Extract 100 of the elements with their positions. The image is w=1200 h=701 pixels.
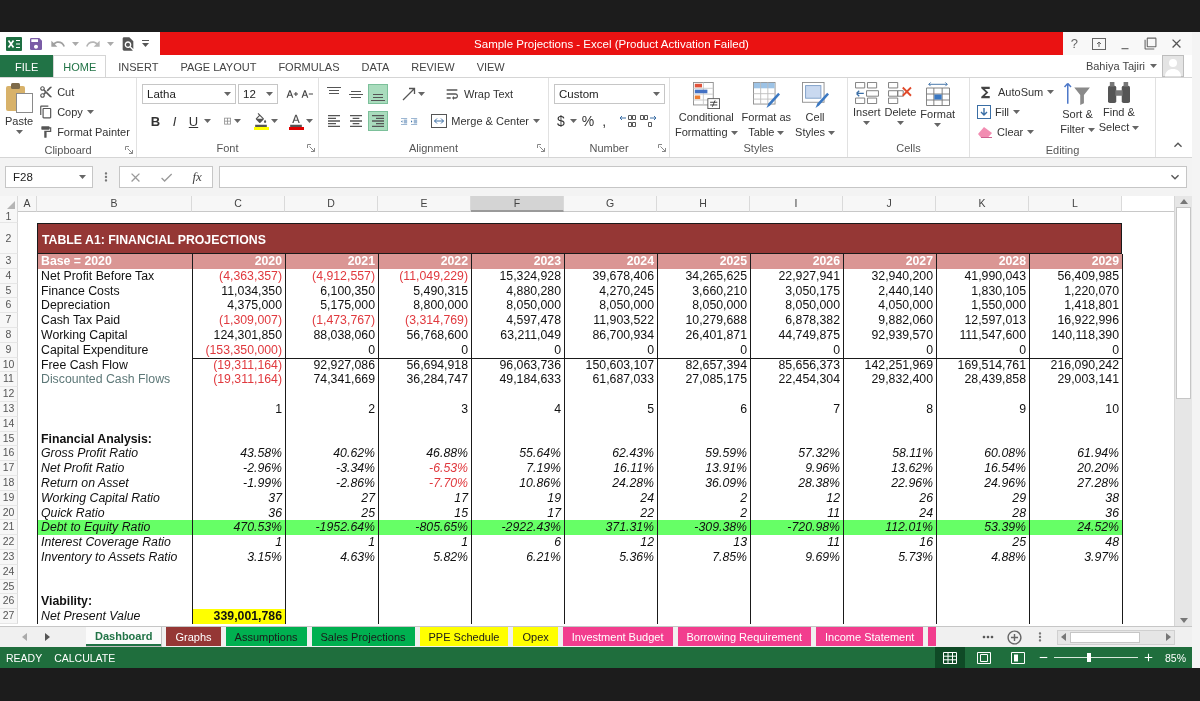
- file-tab[interactable]: FILE: [0, 55, 54, 77]
- sheet-tab[interactable]: Opex: [513, 627, 558, 646]
- row-number[interactable]: 12: [0, 387, 18, 402]
- column-header[interactable]: I: [750, 196, 843, 212]
- customize-caret-icon[interactable]: [142, 40, 149, 47]
- dialog-launcher-icon[interactable]: [658, 143, 666, 152]
- ribbon-tab[interactable]: HOME: [53, 55, 107, 77]
- cell-styles-button[interactable]: Cell Styles: [794, 80, 837, 140]
- column-header[interactable]: F: [471, 196, 564, 212]
- font-color-icon[interactable]: [288, 112, 304, 130]
- cut-button[interactable]: Cut: [36, 82, 133, 102]
- align-right-button[interactable]: [368, 111, 388, 131]
- column-header[interactable]: L: [1029, 196, 1122, 212]
- merge-center-button[interactable]: Merge & Center: [428, 111, 543, 131]
- sheet-tab[interactable]: Sales Projections: [311, 627, 415, 646]
- format-button[interactable]: Format: [919, 80, 957, 140]
- section-heading: Financial Analysis:: [37, 431, 192, 447]
- font-size-field[interactable]: 12: [238, 84, 278, 104]
- page-search-icon[interactable]: [120, 35, 136, 52]
- clear-button[interactable]: Clear: [974, 122, 1058, 142]
- help-button[interactable]: ?: [1068, 35, 1080, 52]
- sheet-tab[interactable]: Assumptions: [225, 627, 307, 646]
- number-format-field[interactable]: Custom: [554, 84, 665, 104]
- sheet-tab[interactable]: Income Statement: [816, 627, 924, 646]
- formula-input[interactable]: [219, 166, 1187, 188]
- increase-decimal-icon[interactable]: [619, 114, 638, 128]
- paste-button[interactable]: Paste: [4, 80, 35, 142]
- group-label: Number: [589, 141, 629, 154]
- autosum-button[interactable]: AutoSum: [974, 82, 1058, 102]
- copy-button[interactable]: Copy: [36, 102, 133, 122]
- dialog-launcher-icon[interactable]: [125, 145, 133, 154]
- font-name-field[interactable]: Latha: [142, 84, 236, 104]
- sheet-tab[interactable]: PPE Schedule: [419, 627, 509, 646]
- column-header[interactable]: A: [18, 196, 37, 212]
- restore-icon[interactable]: [1144, 37, 1157, 50]
- column-header[interactable]: D: [285, 196, 378, 212]
- conditional-formatting-button[interactable]: Conditional Formatting: [674, 80, 739, 140]
- format-painter-button[interactable]: Format Painter: [36, 122, 133, 142]
- row-number[interactable]: 1: [0, 211, 18, 223]
- column-header[interactable]: J: [843, 196, 936, 212]
- plus-icon[interactable]: [1142, 651, 1155, 664]
- dialog-launcher-icon[interactable]: [537, 143, 545, 152]
- diagonal-arrow-icon[interactable]: [402, 87, 416, 101]
- ribbon-display-icon[interactable]: [1092, 37, 1106, 50]
- row-number[interactable]: 16: [0, 446, 18, 462]
- decrease-decimal-icon[interactable]: [639, 114, 658, 128]
- wrap-text-button[interactable]: Wrap Text: [441, 84, 517, 104]
- sheet-tab[interactable]: Dashboard: [86, 627, 162, 646]
- dialog-launcher-icon[interactable]: [307, 143, 315, 152]
- sort-filter-button[interactable]: Sort & Filter: [1059, 80, 1096, 142]
- delete-button[interactable]: Delete: [883, 80, 918, 140]
- percent-button[interactable]: %: [578, 111, 598, 131]
- down-arrow-icon[interactable]: [1179, 618, 1188, 623]
- underline-button[interactable]: U: [185, 111, 202, 131]
- right-triangle-icon[interactable]: [45, 633, 50, 641]
- format-as-table-button[interactable]: Format as Table: [740, 80, 793, 140]
- currency-button[interactable]: $: [554, 111, 568, 131]
- column-header[interactable]: H: [657, 196, 750, 212]
- name-box[interactable]: F28: [5, 166, 93, 188]
- row-number[interactable]: 26: [0, 594, 18, 610]
- row-number[interactable]: 11: [0, 372, 18, 388]
- comma-button[interactable]: ,: [599, 111, 610, 131]
- insert-function-button[interactable]: fx: [190, 169, 204, 185]
- up-arrow-icon[interactable]: [1179, 199, 1188, 204]
- scroll-thumb[interactable]: [1070, 631, 1140, 643]
- normal-view-button[interactable]: [935, 647, 965, 668]
- row-number[interactable]: 21: [0, 520, 18, 536]
- row-number[interactable]: 27: [0, 609, 18, 624]
- scroll-thumb[interactable]: [1176, 207, 1191, 399]
- row-number[interactable]: 2: [0, 223, 18, 254]
- insert-button[interactable]: Insert: [852, 80, 882, 140]
- row-number[interactable]: 17: [0, 461, 18, 476]
- row-number[interactable]: 7: [0, 313, 18, 328]
- bold-button[interactable]: B: [147, 111, 164, 131]
- right-arrow-icon[interactable]: [1166, 633, 1171, 641]
- fill-color-icon[interactable]: [253, 112, 269, 130]
- find-select-button[interactable]: Find & Select: [1097, 80, 1141, 142]
- vertical-scrollbar[interactable]: [1174, 196, 1192, 626]
- horizontal-scrollbar[interactable]: [1057, 629, 1175, 645]
- left-arrow-icon[interactable]: [1061, 633, 1066, 641]
- column-header[interactable]: E: [378, 196, 471, 212]
- column-header[interactable]: K: [936, 196, 1029, 212]
- zoom-thumb[interactable]: [1087, 653, 1092, 662]
- italic-button[interactable]: I: [166, 111, 183, 131]
- sheet-tab[interactable]: Investment Budget: [562, 627, 673, 646]
- column-header[interactable]: B: [37, 196, 192, 212]
- sheet-tab[interactable]: Graphs: [166, 627, 221, 646]
- sheet-tab[interactable]: [928, 627, 937, 646]
- row-number[interactable]: 3: [0, 254, 18, 269]
- column-header[interactable]: G: [564, 196, 657, 212]
- zoom-level[interactable]: 85%: [1165, 651, 1186, 664]
- row-number[interactable]: 6: [0, 298, 18, 314]
- column-header[interactable]: C: [192, 196, 285, 212]
- user-name[interactable]: Bahiya Tajiri: [1085, 60, 1145, 72]
- table-cell: 29,003,141: [1029, 372, 1122, 388]
- sheet-tab[interactable]: Borrowing Requirement: [677, 627, 812, 646]
- align-bottom-button[interactable]: [368, 84, 388, 104]
- row-number[interactable]: 22: [0, 535, 18, 550]
- save-icon[interactable]: [28, 35, 44, 52]
- fill-button[interactable]: Fill: [974, 102, 1058, 122]
